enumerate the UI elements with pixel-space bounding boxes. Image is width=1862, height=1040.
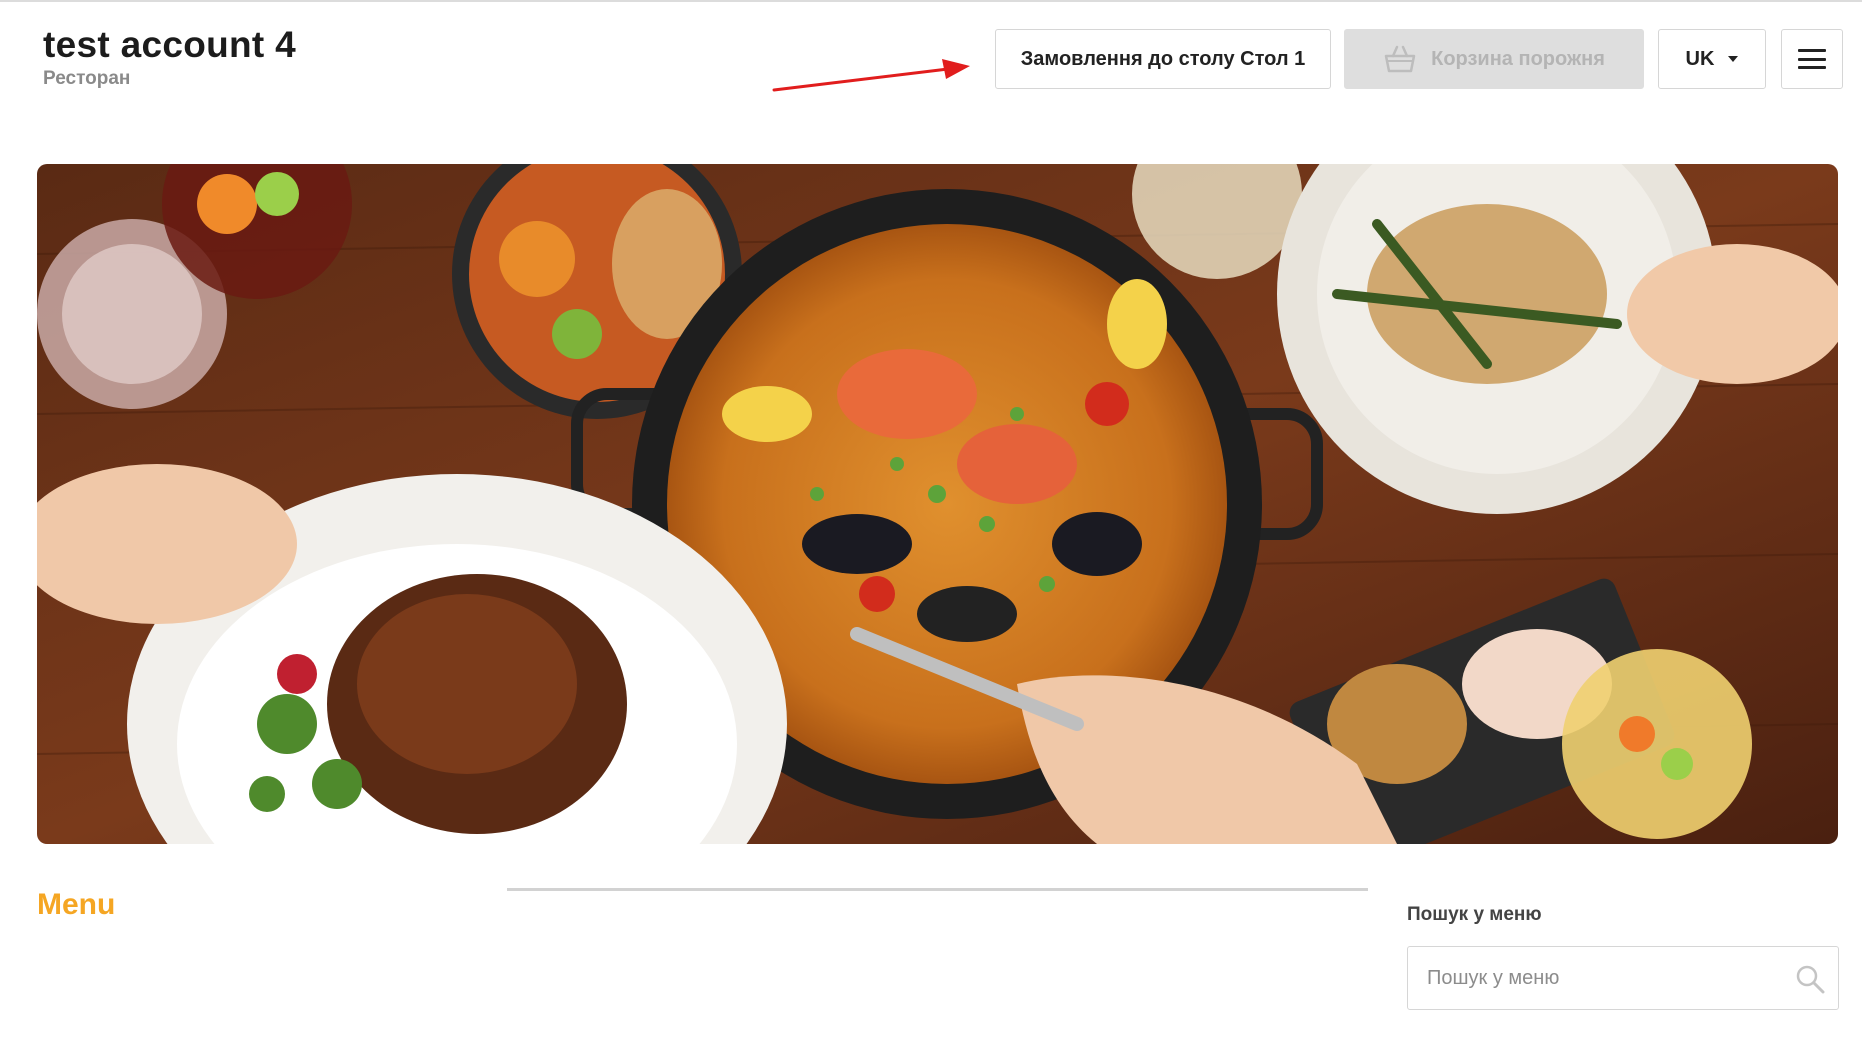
search-field[interactable] — [1407, 946, 1839, 1010]
language-label: UK — [1685, 47, 1715, 70]
cart-label: Корзина порожня — [1431, 47, 1605, 70]
top-border — [0, 0, 1862, 2]
restaurant-type: Ресторан — [43, 68, 131, 89]
hamburger-icon — [1798, 49, 1826, 69]
table-order-label: Замовлення до столу Стол 1 — [1020, 47, 1306, 70]
red-arrow-annotation — [772, 59, 970, 92]
section-divider — [507, 888, 1368, 891]
search-icon[interactable] — [1795, 964, 1825, 994]
menu-heading: Menu — [37, 888, 116, 921]
restaurant-name[interactable]: test account 4 — [43, 24, 296, 66]
search-input[interactable] — [1408, 947, 1778, 1009]
hamburger-menu-button[interactable] — [1781, 29, 1843, 89]
table-order-button[interactable]: Замовлення до столу Стол 1 — [995, 29, 1331, 89]
chevron-down-icon — [1728, 56, 1739, 62]
language-selector[interactable]: UK — [1658, 29, 1766, 89]
cart-button[interactable]: Корзина порожня — [1344, 29, 1644, 89]
hero-banner-image — [37, 164, 1838, 844]
search-label: Пошук у меню — [1407, 904, 1542, 925]
basket-icon — [1384, 45, 1416, 73]
